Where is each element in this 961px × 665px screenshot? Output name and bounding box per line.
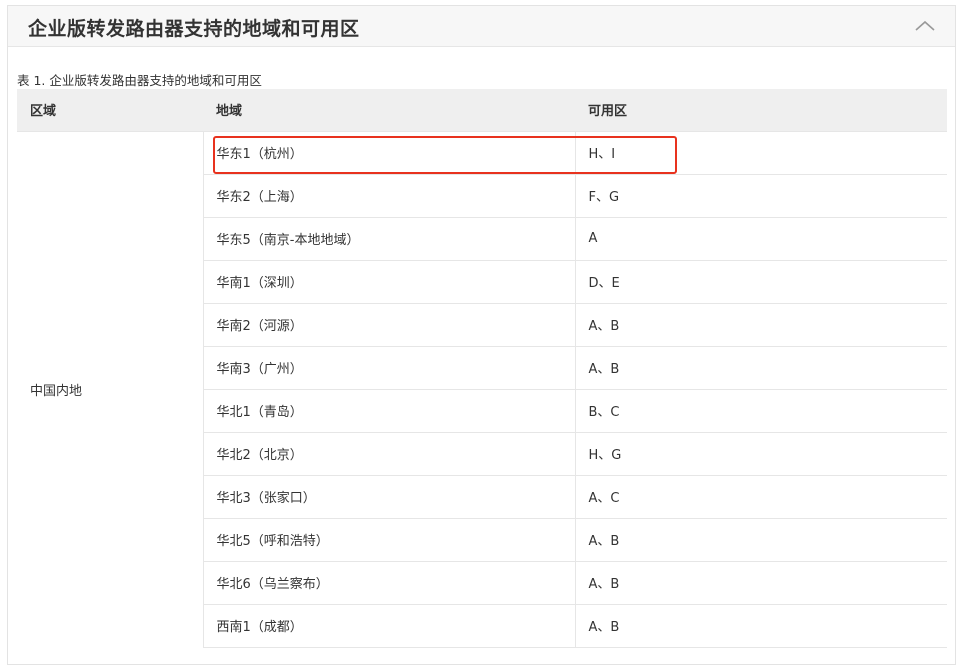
header-zones: 可用区: [575, 89, 947, 132]
zones-cell: A、C: [574, 475, 947, 519]
section-title: 企业版转发路由器支持的地域和可用区: [28, 18, 360, 40]
zones-cell: H、G: [574, 432, 947, 476]
table-row: 中国内地 华东1（杭州） H、I: [17, 131, 947, 399]
region-cell: 华南2（河源）: [202, 303, 575, 347]
region-cell: 华东1（杭州）: [202, 131, 575, 175]
zones-cell: A、B: [574, 518, 947, 562]
zones-cell: H、I: [574, 131, 947, 175]
area-cell: 中国内地: [30, 383, 83, 399]
regions-table: 区域 地域 可用区 中国内地 华东1（杭州） H、I 华东2（上海） F、G 华…: [17, 89, 947, 648]
zones-cell: D、E: [574, 260, 947, 304]
header-area: 区域: [17, 89, 203, 132]
region-cell: 华东5（南京-本地地域）: [202, 217, 575, 261]
header-region: 地域: [203, 89, 575, 132]
region-cell: 华南1（深圳）: [202, 260, 575, 304]
zones-cell: A、B: [574, 303, 947, 347]
region-cell: 华北1（青岛）: [202, 389, 575, 433]
table-header-row: 区域 地域 可用区: [17, 89, 947, 132]
region-cell: 华东2（上海）: [202, 174, 575, 218]
section-header[interactable]: 企业版转发路由器支持的地域和可用区: [8, 6, 955, 47]
region-cell: 华北3（张家口）: [202, 475, 575, 519]
chevron-up-icon[interactable]: [913, 16, 937, 36]
zones-cell: A、B: [574, 346, 947, 390]
region-cell: 华北5（呼和浩特）: [202, 518, 575, 562]
region-cell: 华北2（北京）: [202, 432, 575, 476]
table-caption: 表 1. 企业版转发路由器支持的地域和可用区: [17, 73, 262, 88]
region-cell: 西南1（成都）: [202, 604, 575, 648]
region-cell: 华北6（乌兰察布）: [202, 561, 575, 605]
zones-cell: B、C: [574, 389, 947, 433]
region-cell: 华南3（广州）: [202, 346, 575, 390]
zones-cell: F、G: [574, 174, 947, 218]
zones-cell: A、B: [574, 561, 947, 605]
zones-cell: A: [574, 217, 947, 261]
zones-cell: A、B: [574, 604, 947, 648]
